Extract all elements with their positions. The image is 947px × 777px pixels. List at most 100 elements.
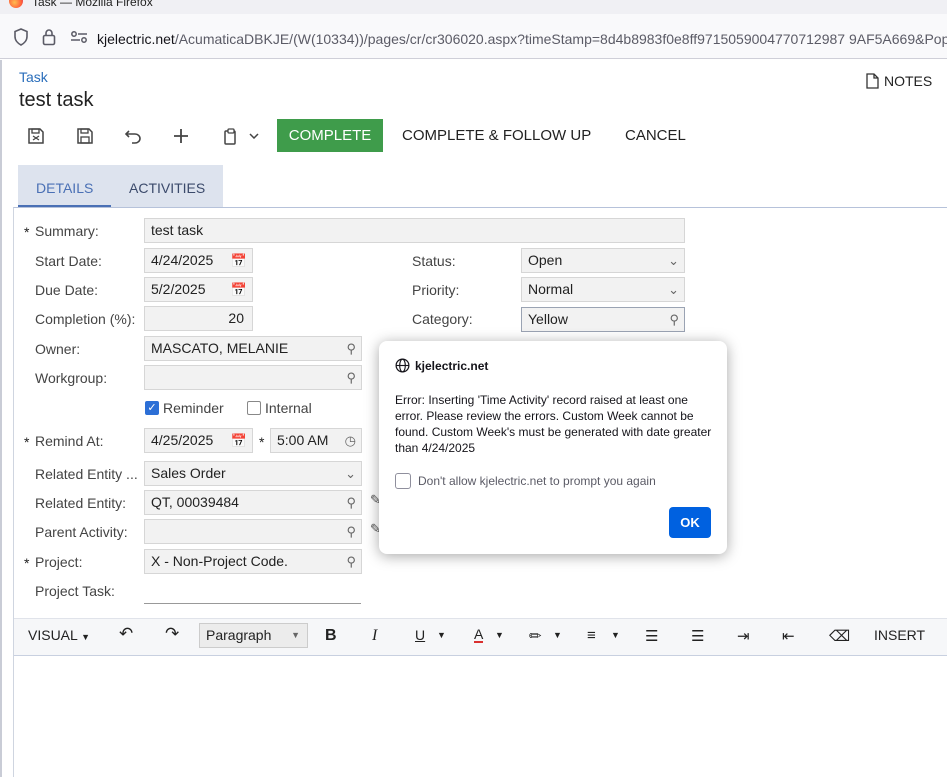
dialog-host: kjelectric.net	[415, 359, 489, 373]
left-edge-strip	[0, 60, 2, 777]
due-date-label: Due Date:	[35, 282, 99, 298]
related-entity-field[interactable]: QT, 00039484 ⚲	[144, 490, 362, 515]
caret-down-icon[interactable]: ▼	[611, 630, 620, 640]
reminder-checkbox[interactable]: ✓	[145, 401, 159, 415]
search-icon[interactable]: ⚲	[346, 550, 356, 573]
due-date-field[interactable]: 5/2/2025 📅	[144, 277, 253, 302]
tab-activities[interactable]: ACTIVITIES	[129, 180, 205, 196]
workgroup-label: Workgroup:	[35, 370, 108, 386]
italic-button[interactable]: I	[372, 627, 377, 645]
required-marker: *	[259, 434, 265, 450]
paragraph-format-select[interactable]: Paragraph ▼	[199, 623, 308, 648]
editor-redo-icon[interactable]: ↷	[165, 624, 179, 644]
dont-allow-prompt-label[interactable]: Don't allow kjelectric.net to prompt you…	[418, 474, 656, 488]
editor-undo-icon[interactable]: ↶	[119, 624, 133, 644]
window-title: Task — Mozilla Firefox	[32, 0, 153, 9]
clock-icon[interactable]: ◷	[345, 429, 356, 452]
required-marker: *	[24, 434, 30, 450]
dont-allow-prompt-checkbox[interactable]	[395, 473, 411, 489]
tab-details[interactable]: DETAILS	[36, 180, 93, 196]
ok-button[interactable]: OK	[669, 507, 711, 538]
related-entity-type-label: Related Entity ...	[35, 466, 138, 482]
calendar-icon[interactable]: 📅	[231, 249, 247, 272]
shield-icon[interactable]	[13, 28, 29, 51]
font-color-label: A	[474, 626, 484, 642]
save-close-button[interactable]	[24, 120, 48, 152]
address-bar[interactable]: kjelectric.net/AcumaticaDBKJE/(W(10334))…	[0, 14, 947, 59]
required-marker: *	[24, 555, 30, 571]
caret-down-icon[interactable]: ▼	[553, 630, 562, 640]
font-color-button[interactable]: A	[474, 626, 484, 643]
remind-time-value: 5:00 AM	[277, 432, 329, 448]
breadcrumb[interactable]: Task	[19, 69, 48, 85]
parent-activity-field[interactable]: ⚲	[144, 519, 362, 544]
chevron-down-icon	[249, 133, 259, 139]
bold-button[interactable]: B	[325, 627, 337, 645]
project-task-label: Project Task:	[35, 583, 115, 599]
status-label: Status:	[412, 253, 456, 269]
caret-down-icon: ▼	[291, 630, 300, 640]
url-path: /AcumaticaDBKJE/(W(10334))/pages/cr/cr30…	[174, 31, 947, 47]
caret-down-icon[interactable]: ▼	[495, 630, 504, 640]
remind-time-field[interactable]: 5:00 AM ◷	[270, 428, 362, 453]
undo-icon	[124, 130, 141, 144]
site-permissions-icon[interactable]	[70, 30, 88, 49]
category-value: Yellow	[528, 311, 568, 327]
document-icon	[866, 73, 879, 89]
outdent-icon[interactable]: ⇤	[782, 627, 795, 645]
window-titlebar: Task — Mozilla Firefox	[0, 0, 947, 14]
owner-field[interactable]: MASCATO, MELANIE ⚲	[144, 336, 362, 361]
search-icon[interactable]: ⚲	[346, 366, 356, 389]
save-close-icon	[28, 128, 44, 144]
undo-button[interactable]	[121, 120, 145, 152]
search-icon[interactable]: ⚲	[346, 520, 356, 543]
search-icon[interactable]: ⚲	[346, 491, 356, 514]
lock-icon[interactable]	[42, 28, 56, 51]
save-button[interactable]	[73, 120, 97, 152]
summary-input[interactable]: test task	[144, 218, 685, 243]
category-field[interactable]: Yellow ⚲	[521, 307, 685, 332]
complete-button[interactable]: COMPLETE	[277, 119, 383, 152]
related-entity-type-select[interactable]: Sales Order ⌄	[144, 461, 362, 486]
visual-mode-label: VISUAL	[28, 627, 78, 643]
project-field[interactable]: X - Non-Project Code. ⚲	[144, 549, 362, 574]
workgroup-field[interactable]: ⚲	[144, 365, 362, 390]
remind-date-field[interactable]: 4/25/2025 📅	[144, 428, 253, 453]
calendar-icon[interactable]: 📅	[231, 278, 247, 301]
notes-label: NOTES	[884, 73, 933, 89]
indent-icon[interactable]: ⇥	[737, 627, 750, 645]
url-text[interactable]: kjelectric.net/AcumaticaDBKJE/(W(10334))…	[97, 31, 947, 47]
unordered-list-icon[interactable]: ☰	[691, 627, 704, 645]
required-marker: *	[24, 224, 30, 240]
search-icon[interactable]: ⚲	[346, 337, 356, 360]
ordered-list-icon[interactable]: ☰	[645, 627, 658, 645]
copy-paste-menu[interactable]	[218, 120, 264, 152]
owner-label: Owner:	[35, 341, 81, 357]
cancel-button[interactable]: CANCEL	[625, 120, 686, 152]
start-date-field[interactable]: 4/24/2025 📅	[144, 248, 253, 273]
align-left-icon[interactable]: ≡	[587, 627, 596, 644]
visual-mode-menu[interactable]: VISUAL ▼	[28, 627, 90, 643]
due-date-value: 5/2/2025	[151, 281, 206, 297]
insert-menu[interactable]: INSERT	[874, 627, 925, 643]
search-icon[interactable]: ⚲	[669, 308, 679, 331]
calendar-icon[interactable]: 📅	[231, 429, 247, 452]
reminder-label: Reminder	[163, 400, 224, 416]
eraser-icon[interactable]: ⌫	[829, 627, 850, 645]
project-task-input[interactable]	[144, 603, 361, 604]
highlight-pen-icon[interactable]: ✏	[529, 627, 542, 645]
completion-label: Completion (%):	[35, 311, 136, 327]
complete-follow-up-button[interactable]: COMPLETE & FOLLOW UP	[402, 120, 591, 152]
priority-label: Priority:	[412, 282, 460, 298]
related-entity-label: Related Entity:	[35, 495, 127, 511]
status-select[interactable]: Open ⌄	[521, 248, 685, 273]
internal-label: Internal	[265, 400, 312, 416]
caret-down-icon[interactable]: ▼	[437, 630, 446, 640]
underline-button[interactable]: U	[415, 627, 425, 643]
add-button[interactable]	[169, 120, 193, 152]
notes-button[interactable]: NOTES	[866, 73, 932, 89]
plus-icon	[174, 129, 188, 143]
completion-input[interactable]: 20	[144, 306, 253, 331]
internal-checkbox[interactable]	[247, 401, 261, 415]
priority-select[interactable]: Normal ⌄	[521, 277, 685, 302]
